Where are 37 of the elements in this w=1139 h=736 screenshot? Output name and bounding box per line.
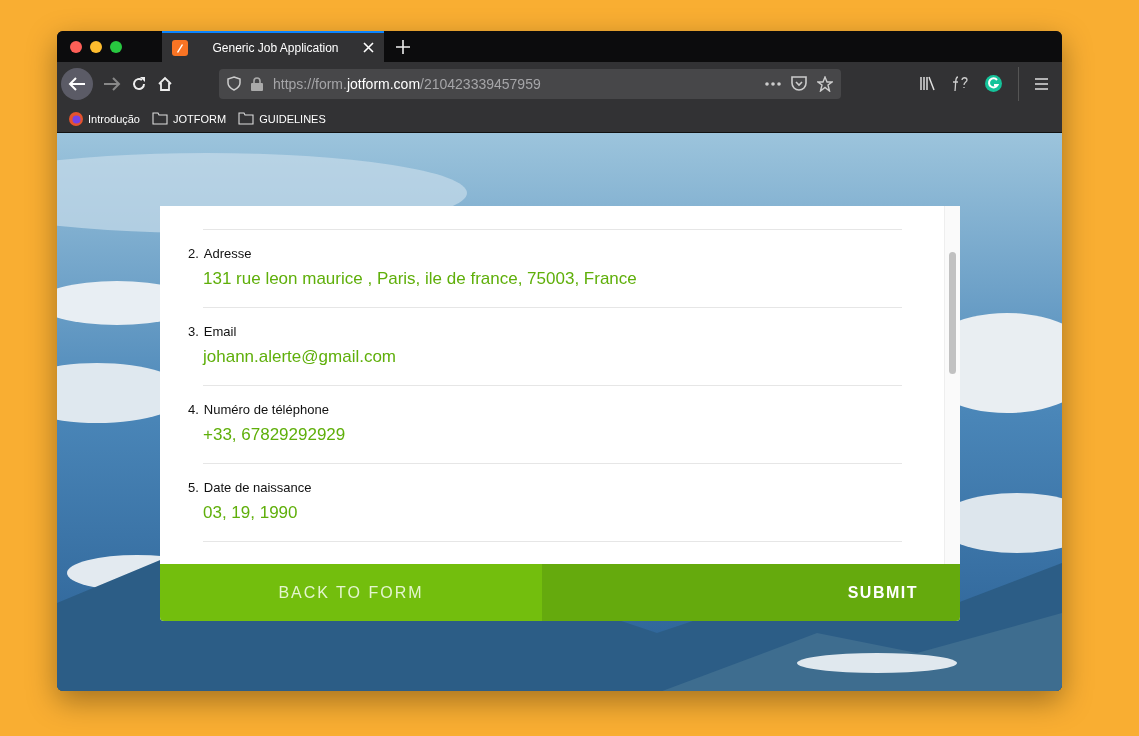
- question-label: 5. Date de naissance: [188, 480, 313, 495]
- more-icon[interactable]: [765, 81, 781, 86]
- form-logo-icon: [172, 39, 188, 56]
- answer-text: +33, 67829292929: [203, 425, 347, 445]
- lock-icon: [251, 76, 263, 91]
- close-window-button[interactable]: [70, 40, 82, 53]
- question-label: 4. Numéro de téléphone: [188, 402, 330, 417]
- question-label: 2. Adresse: [188, 246, 253, 261]
- question-label: 3. Email: [188, 324, 238, 339]
- library-icon[interactable]: [919, 76, 935, 91]
- reload-icon[interactable]: [131, 75, 147, 92]
- zoom-window-button[interactable]: [110, 40, 122, 53]
- grammar-icon[interactable]: [985, 75, 1002, 92]
- star-icon[interactable]: [817, 75, 833, 92]
- new-tab-icon[interactable]: [396, 39, 410, 54]
- forward-icon[interactable]: [103, 75, 121, 92]
- menu-icon[interactable]: [1035, 77, 1048, 90]
- close-icon[interactable]: [363, 42, 374, 53]
- browser-tab[interactable]: Generic Job Application: [162, 31, 384, 62]
- answer-text: johann.alerte@gmail.com: [203, 347, 398, 367]
- function-icon[interactable]: [951, 75, 969, 92]
- folder-icon: [238, 112, 255, 125]
- home-icon[interactable]: [157, 75, 173, 92]
- globe-icon: [69, 111, 83, 126]
- answer-text: 131 rue leon maurice , Paris, ile de france, 75003, France: [203, 269, 638, 289]
- address-bar[interactable]: https://form.jotform.com/210423339457959: [219, 68, 841, 99]
- shield-icon: [227, 76, 241, 91]
- arrow-icon: [68, 75, 86, 92]
- scrollbar[interactable]: [944, 206, 960, 564]
- bookmark[interactable]: JOTFORM: [152, 112, 227, 125]
- bookmark[interactable]: GUIDELINES: [238, 112, 326, 125]
- minimize-window-button[interactable]: [90, 40, 102, 53]
- answer-text: 03, 19, 1990: [203, 503, 299, 523]
- back-button[interactable]: [61, 67, 93, 100]
- folder-icon: [152, 112, 168, 125]
- bookmark[interactable]: Introdução: [69, 111, 140, 126]
- pocket-icon[interactable]: [791, 76, 807, 91]
